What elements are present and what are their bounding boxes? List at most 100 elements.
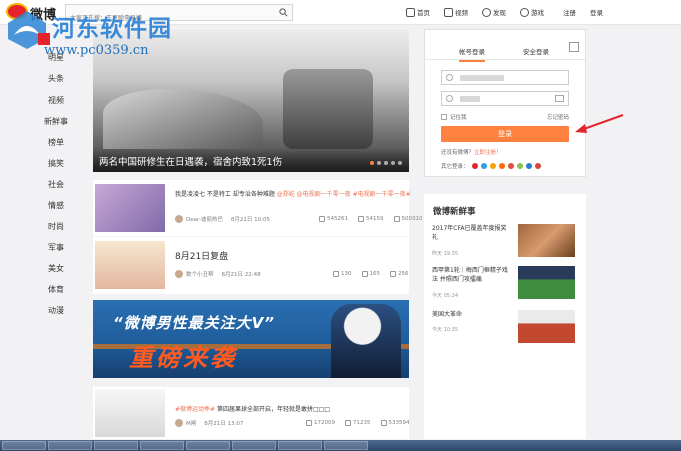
username-field[interactable] [441,70,569,91]
repost-button[interactable]: 545261 [319,216,348,222]
banner-dot[interactable] [391,161,395,165]
banner-dot[interactable] [398,161,402,165]
banner-dot[interactable] [384,161,388,165]
taskbar-button[interactable] [232,441,276,450]
taskbar-button[interactable] [94,441,138,450]
category-fashion[interactable]: 时尚 [36,221,76,235]
category-video[interactable]: 视频 [36,95,76,109]
register-link[interactable]: 立即注册！ [474,150,502,156]
repost-button[interactable]: 172009 [306,420,335,426]
banner-image-shape [283,69,373,149]
feed-meta: 数个小丑帮 8月21日 22:48 [175,270,261,278]
login-button[interactable]: 登录 [441,126,569,142]
other-login-icon[interactable] [480,163,487,169]
forgot-password-link[interactable]: 忘记密码 [547,113,569,121]
feed-card[interactable]: #微博运动季# 第四届果球全部开启，年轻就是敢拼□□□ M闸 8月21日 13:… [93,387,410,439]
feed-thumbnail[interactable] [95,389,165,437]
feed-card[interactable]: 8月21日复盘 数个小丑帮 8月21日 22:48 130 165 256 [93,237,409,294]
category-military[interactable]: 军事 [36,242,76,256]
keyboard-icon[interactable] [555,95,564,102]
other-login-icon[interactable] [489,163,496,169]
like-button[interactable]: 256 [390,271,409,277]
category-society[interactable]: 社会 [36,179,76,193]
other-login-icon[interactable] [507,163,514,169]
feed-card[interactable]: 我是凌凌七 不是特工 却专治各种难题 @郑屹 @电视剧一千零一夜 #电视剧一千零… [93,180,423,236]
nav-discover[interactable]: 发现 [482,5,506,19]
search-box [65,4,293,26]
news-title[interactable]: 2017年CFA已覆盖年度报奖礼 [432,224,512,242]
taskbar-button[interactable] [324,441,368,450]
banner-caption[interactable]: 两名中国研修生在日遇袭，宿舍内致1死1伤 [99,154,282,168]
headline-banner[interactable]: 两名中国研修生在日遇袭，宿舍内致1死1伤 [93,29,409,172]
like-button[interactable]: 533594 [380,420,410,426]
remember-me[interactable]: 记住我 [441,113,467,121]
news-item[interactable]: 美国大革命 今天 10:35 [432,310,582,346]
search-icon[interactable] [279,8,288,17]
tab-secure-login[interactable]: 安全登录 [523,46,549,56]
repost-button[interactable]: 130 [333,271,352,277]
category-funny[interactable]: 搞笑 [36,158,76,172]
feed-author[interactable]: M闸 [186,419,196,427]
category-beauty[interactable]: 美女 [36,263,76,277]
banner-image-shape [103,89,263,149]
taskbar-button[interactable] [186,441,230,450]
category-ranking[interactable]: 榜单 [36,137,76,151]
category-anime[interactable]: 动漫 [36,305,76,319]
news-title[interactable]: 西甲第1轮｜梅西门框精子戏法 并照西门攻擂痛 [432,266,512,284]
feed-title[interactable]: 我是凌凌七 不是特工 却专治各种难题 @郑屹 @电视剧一千零一夜 #电视剧一千零… [175,189,411,198]
feed-author[interactable]: 数个小丑帮 [186,270,214,278]
comment-button[interactable]: 54159 [358,216,384,222]
news-item[interactable]: 2017年CFA已覆盖年度报奖礼 昨天 19:35 [432,224,582,260]
password-field[interactable] [441,91,569,112]
logo-text: 微博 [30,8,57,23]
comment-button[interactable]: 165 [361,271,380,277]
taskbar-button[interactable] [278,441,322,450]
news-title[interactable]: 美国大革命 [432,310,512,319]
other-login: 其它登录： [441,162,541,170]
news-thumbnail[interactable] [518,310,575,343]
tab-account-login[interactable]: 帐号登录 [459,46,485,62]
feed-title[interactable]: #微博运动季# 第四届果球全部开启，年轻就是敢拼□□□ [175,404,330,413]
main-feed: 两名中国研修生在日遇袭，宿舍内致1死1伤 我是凌凌七 不是特工 却专治各种难题 … [93,29,423,439]
category-headline[interactable]: 头条 [36,73,76,87]
remember-checkbox[interactable] [441,114,447,120]
like-button[interactable]: 500310 [393,216,423,222]
feed-tag[interactable]: #微博运动季# [175,406,215,413]
feed-author[interactable]: Dear-迪丽热巴 [186,215,223,223]
feed-title-tags[interactable]: @郑屹 @电视剧一千零一夜 #电视剧一千零一夜# [277,191,411,198]
feed-thumbnail[interactable] [95,241,165,289]
other-login-icon[interactable] [498,163,505,169]
nav-register[interactable]: 注册 [563,5,576,19]
news-item[interactable]: 西甲第1轮｜梅西门框精子戏法 并照西门攻擂痛 今天 05:24 [432,266,582,302]
nav-game[interactable]: 游戏 [520,5,544,19]
search-input[interactable] [66,11,271,26]
taskbar-button[interactable] [48,441,92,450]
taskbar-button[interactable] [2,441,46,450]
author-avatar[interactable] [175,419,183,427]
category-star[interactable]: 明星 [36,52,76,66]
news-thumbnail[interactable] [518,224,575,257]
other-login-icon[interactable] [471,163,478,169]
nav-home[interactable]: 首页 [406,5,430,19]
author-avatar[interactable] [175,215,183,223]
taskbar-button[interactable] [140,441,184,450]
other-login-icon[interactable] [534,163,541,169]
author-avatar[interactable] [175,270,183,278]
feed-thumbnail[interactable] [95,184,165,232]
comment-button[interactable]: 71235 [345,420,371,426]
category-fresh[interactable]: 新鲜事 [36,116,76,130]
banner-dot[interactable] [377,161,381,165]
weibo-logo[interactable]: 微博 [6,2,62,23]
video-icon [444,7,453,17]
feed-title[interactable]: 8月21日复盘 [175,249,228,262]
news-thumbnail[interactable] [518,266,575,299]
category-emotion[interactable]: 情感 [36,200,76,214]
promo-banner[interactable]: “微博男性最关注大V” 重磅来袭 [93,300,409,378]
other-login-icon[interactable] [525,163,532,169]
nav-login[interactable]: 登录 [590,5,603,19]
other-login-icon[interactable] [516,163,523,169]
category-sports[interactable]: 体育 [36,284,76,298]
qrcode-icon[interactable] [569,42,579,52]
nav-video[interactable]: 视频 [444,5,468,19]
banner-dot[interactable] [370,161,374,165]
